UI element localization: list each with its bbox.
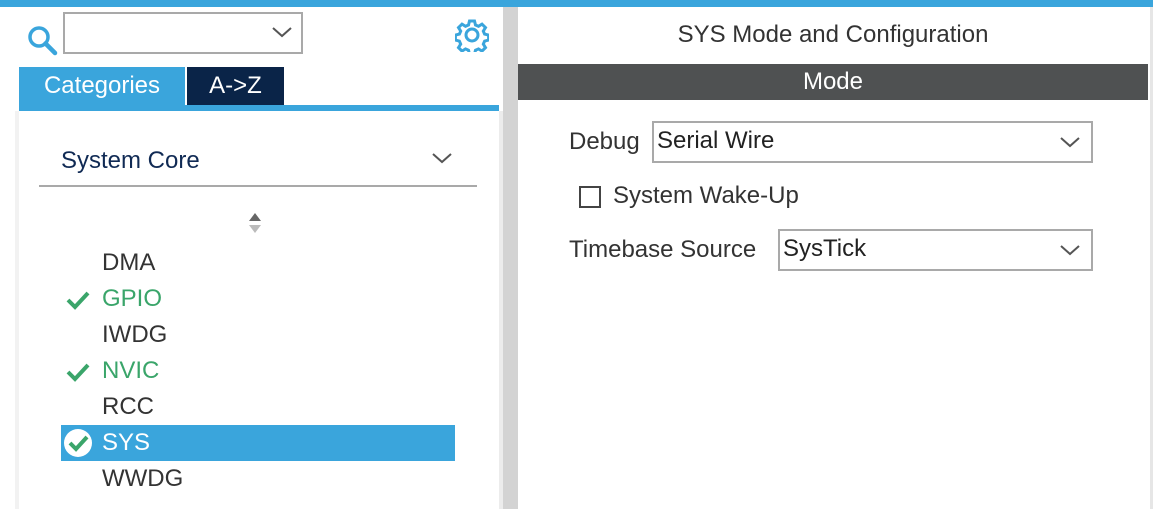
list-item-dma[interactable]: DMA bbox=[61, 245, 455, 281]
chevron-down-icon[interactable] bbox=[431, 151, 453, 165]
chevron-down-icon[interactable] bbox=[1059, 243, 1081, 257]
right-panel: SYS Mode and Configuration Mode Debug Se… bbox=[518, 7, 1153, 509]
gear-icon[interactable] bbox=[455, 18, 489, 52]
list-item-label: WWDG bbox=[102, 465, 184, 492]
system-wakeup-checkbox[interactable] bbox=[579, 186, 601, 208]
category-panel: System Core DMA GPIO IWDG NVIC RCC SYS W… bbox=[15, 111, 503, 509]
list-item-sys[interactable]: SYS bbox=[61, 425, 455, 461]
debug-select-value: Serial Wire bbox=[657, 127, 775, 154]
list-item-label: SYS bbox=[102, 429, 151, 456]
tab-a-to-z[interactable]: A->Z bbox=[187, 67, 284, 105]
debug-select[interactable]: Serial Wire bbox=[652, 121, 1093, 163]
app-window: Categories A->Z System Core DMA GPIO IWD… bbox=[0, 0, 1153, 509]
timebase-source-value: SysTick bbox=[783, 235, 867, 262]
search-icon[interactable] bbox=[27, 25, 59, 57]
list-item-wwdg[interactable]: WWDG bbox=[61, 461, 455, 497]
panel-splitter[interactable] bbox=[503, 7, 518, 509]
list-item-label: IWDG bbox=[102, 321, 168, 348]
list-item-nvic[interactable]: NVIC bbox=[61, 353, 455, 389]
mode-section-header: Mode bbox=[518, 64, 1148, 100]
category-dropdown-value: System Core bbox=[61, 147, 200, 174]
list-item-label: DMA bbox=[102, 249, 156, 276]
timebase-source-label: Timebase Source bbox=[569, 236, 757, 263]
list-item-gpio[interactable]: GPIO bbox=[61, 281, 455, 317]
checkmark-icon bbox=[66, 291, 90, 310]
list-item-label: NVIC bbox=[102, 357, 160, 384]
tab-categories[interactable]: Categories bbox=[19, 67, 185, 105]
list-item-iwdg[interactable]: IWDG bbox=[61, 317, 455, 353]
debug-label: Debug bbox=[569, 128, 640, 155]
category-dropdown[interactable]: System Core bbox=[39, 141, 477, 187]
chevron-down-icon[interactable] bbox=[1059, 135, 1081, 149]
page-title: SYS Mode and Configuration bbox=[677, 21, 989, 48]
sort-icon[interactable] bbox=[247, 211, 263, 235]
search-input[interactable] bbox=[63, 12, 303, 54]
system-wakeup-label: System Wake-Up bbox=[613, 182, 799, 209]
checkmark-circle-icon bbox=[64, 429, 92, 457]
list-item-rcc[interactable]: RCC bbox=[61, 389, 455, 425]
timebase-source-select[interactable]: SysTick bbox=[778, 229, 1093, 271]
left-panel: Categories A->Z System Core DMA GPIO IWD… bbox=[0, 7, 503, 509]
list-item-label: RCC bbox=[102, 393, 154, 420]
chevron-down-icon[interactable] bbox=[271, 24, 293, 40]
top-accent-stripe bbox=[0, 0, 1153, 7]
checkmark-icon bbox=[66, 363, 90, 382]
panel-shadow-left bbox=[15, 111, 19, 509]
list-item-label: GPIO bbox=[102, 285, 163, 312]
